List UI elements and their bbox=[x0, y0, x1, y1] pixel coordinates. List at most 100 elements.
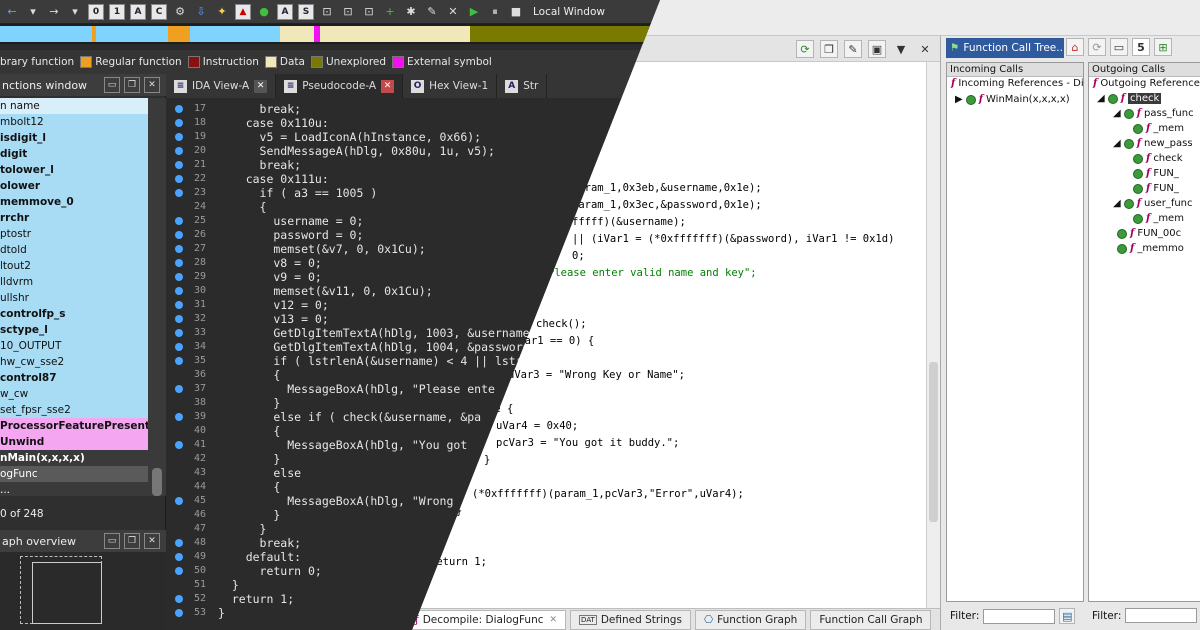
incoming-root[interactable]: f Incoming References - Di bbox=[951, 78, 1084, 89]
close-icon[interactable]: ✕ bbox=[381, 79, 395, 93]
run-icon[interactable]: ● bbox=[256, 4, 272, 20]
debugger-select[interactable]: Local Window bbox=[533, 6, 605, 18]
tab-decompile[interactable]: ƒ Decompile: DialogFunc ✕ bbox=[406, 609, 567, 630]
dropdown-icon[interactable]: ▾ bbox=[25, 4, 41, 20]
list-item[interactable]: 10_OUTPUT bbox=[0, 338, 148, 354]
list-item[interactable]: dtold bbox=[0, 242, 148, 258]
breakpoint-dot-icon[interactable] bbox=[175, 217, 183, 225]
breakpoint-dot-icon[interactable] bbox=[175, 595, 183, 603]
list-item[interactable]: ltout2 bbox=[0, 258, 148, 274]
struct-icon[interactable]: S bbox=[298, 3, 314, 20]
breakpoint-dot-icon[interactable] bbox=[175, 343, 183, 351]
outgoing-item[interactable]: f check bbox=[1133, 153, 1183, 164]
play-icon[interactable]: ▶ bbox=[466, 4, 482, 20]
pause-icon[interactable]: ⏸ bbox=[487, 4, 503, 20]
dropdown-icon[interactable]: ▾ bbox=[67, 4, 83, 20]
wand-icon[interactable]: ✦ bbox=[214, 4, 230, 20]
incoming-item[interactable]: ▶ f WinMain(x,x,x,x) bbox=[955, 94, 1070, 105]
outgoing-item[interactable]: ◢ f pass_func bbox=[1113, 108, 1194, 119]
breakpoint-dot-icon[interactable] bbox=[175, 273, 183, 281]
list-item[interactable]: controlfp_s bbox=[0, 306, 148, 322]
close-icon[interactable]: ✕ bbox=[144, 533, 160, 549]
functions-scrollbar[interactable] bbox=[148, 98, 166, 496]
breakpoint-dot-icon[interactable] bbox=[175, 189, 183, 197]
functions-list[interactable]: n name mbolt12 isdigit_l digit tolower_l… bbox=[0, 98, 148, 496]
float-icon[interactable]: ❐ bbox=[124, 77, 140, 93]
close-icon[interactable]: ✕ bbox=[254, 79, 268, 93]
tab-defined-strings[interactable]: DAT Defined Strings bbox=[570, 609, 691, 630]
edit-icon[interactable]: ✎ bbox=[844, 40, 862, 58]
tab-function-call-graph[interactable]: Function Call Graph bbox=[810, 609, 932, 630]
text-icon[interactable]: A bbox=[277, 3, 293, 20]
tab-ida-view-a[interactable]: ≡ IDA View-A ✕ bbox=[166, 74, 277, 98]
list-item[interactable]: tolower_l bbox=[0, 162, 148, 178]
list-item[interactable]: olower bbox=[0, 178, 148, 194]
breakpoint-dot-icon[interactable] bbox=[175, 357, 183, 365]
breakpoint-dot-icon[interactable] bbox=[175, 105, 183, 113]
outgoing-item[interactable]: f _mem bbox=[1133, 123, 1184, 134]
tab-pseudocode-a[interactable]: ≡ Pseudocode-A ✕ bbox=[276, 74, 404, 98]
pencil-icon[interactable]: ✎ bbox=[424, 4, 440, 20]
outgoing-filter-input[interactable] bbox=[1125, 608, 1198, 623]
list-item[interactable]: mbolt12 bbox=[0, 114, 148, 130]
outgoing-root[interactable]: f Outgoing Reference bbox=[1093, 78, 1200, 89]
list-item[interactable]: hw_cw_sse2 bbox=[0, 354, 148, 370]
debug-icon[interactable]: ⊡ bbox=[361, 4, 377, 20]
minimize-icon[interactable]: ▭ bbox=[104, 533, 120, 549]
list-item[interactable]: control87 bbox=[0, 370, 148, 386]
code-icon[interactable]: C bbox=[151, 3, 167, 20]
tool-icon[interactable]: ⚙ bbox=[172, 4, 188, 20]
breakpoint-dot-icon[interactable] bbox=[175, 553, 183, 561]
outgoing-item[interactable]: f FUN_ bbox=[1133, 168, 1179, 179]
code-line[interactable]: 20 SendMessageA(hDlg, 0x80u, 1u, v5); bbox=[166, 144, 660, 158]
tab-hex-view-1[interactable]: O Hex View-1 bbox=[403, 74, 498, 98]
breakpoint-dot-icon[interactable] bbox=[175, 147, 183, 155]
breakpoint-dot-icon[interactable] bbox=[175, 161, 183, 169]
breakpoint-dot-icon[interactable] bbox=[175, 315, 183, 323]
decompiler-scrollbar[interactable] bbox=[926, 62, 940, 608]
outgoing-item[interactable]: f _memmo bbox=[1117, 243, 1184, 254]
warning-icon[interactable]: ▲ bbox=[235, 3, 251, 20]
list-item[interactable]: isdigit_l bbox=[0, 130, 148, 146]
breakpoint-dot-icon[interactable] bbox=[175, 245, 183, 253]
breakpoint-dot-icon[interactable] bbox=[175, 567, 183, 575]
bug-icon[interactable]: ✱ bbox=[403, 4, 419, 20]
breakpoint-dot-icon[interactable] bbox=[175, 259, 183, 267]
navigation-band[interactable] bbox=[0, 24, 660, 44]
list-item[interactable]: nMain(x,x,x,x) bbox=[0, 450, 148, 466]
hex-icon[interactable]: 0 bbox=[88, 3, 104, 20]
snapshot-icon[interactable]: ▣ bbox=[868, 40, 886, 58]
breakpoint-dot-icon[interactable] bbox=[175, 119, 183, 127]
breakpoint-dot-icon[interactable] bbox=[175, 539, 183, 547]
copy-icon[interactable]: ❐ bbox=[820, 40, 838, 58]
refresh-icon[interactable]: ⟳ bbox=[796, 40, 814, 58]
code-line[interactable]: 17 break; bbox=[166, 102, 660, 116]
code-line[interactable]: 18 case 0x110u: bbox=[166, 116, 660, 130]
window-icon[interactable]: ▭ bbox=[1110, 38, 1128, 56]
back-icon[interactable]: ← bbox=[4, 4, 20, 20]
list-item[interactable]: ptostr bbox=[0, 226, 148, 242]
close-icon[interactable]: ✕ bbox=[445, 4, 461, 20]
tab-function-graph[interactable]: ⎔ Function Graph bbox=[694, 609, 807, 630]
list-item[interactable]: ullshr bbox=[0, 290, 148, 306]
tab-strings[interactable]: A Str bbox=[497, 74, 548, 98]
list-item[interactable]: digit bbox=[0, 146, 148, 162]
float-icon[interactable]: ❐ bbox=[124, 533, 140, 549]
breakpoint-dot-icon[interactable] bbox=[175, 497, 183, 505]
outgoing-item[interactable]: ◢ f check bbox=[1097, 93, 1162, 104]
outgoing-item[interactable]: ◢ f new_pass bbox=[1113, 138, 1193, 149]
close-icon[interactable]: ✕ bbox=[144, 77, 160, 93]
menu-dropdown-icon[interactable]: ▼ bbox=[892, 40, 910, 58]
arrow-down-icon[interactable]: ⇩ bbox=[193, 4, 209, 20]
function-call-tree-title[interactable]: ⚑ Function Call Tree... bbox=[946, 38, 1064, 58]
list-item-selected[interactable]: ogFunc bbox=[0, 466, 148, 482]
list-item[interactable]: set_fpsr_sse2 bbox=[0, 402, 148, 418]
breakpoint-dot-icon[interactable] bbox=[175, 231, 183, 239]
breakpoint-dot-icon[interactable] bbox=[175, 413, 183, 421]
binary-icon[interactable]: 1 bbox=[109, 3, 125, 20]
string-icon[interactable]: A bbox=[130, 3, 146, 20]
breakpoint-dot-icon[interactable] bbox=[175, 133, 183, 141]
close-icon[interactable]: ✕ bbox=[550, 615, 558, 625]
debug-icon[interactable]: ⊡ bbox=[319, 4, 335, 20]
code-line[interactable]: 22 case 0x111u: bbox=[166, 172, 660, 186]
